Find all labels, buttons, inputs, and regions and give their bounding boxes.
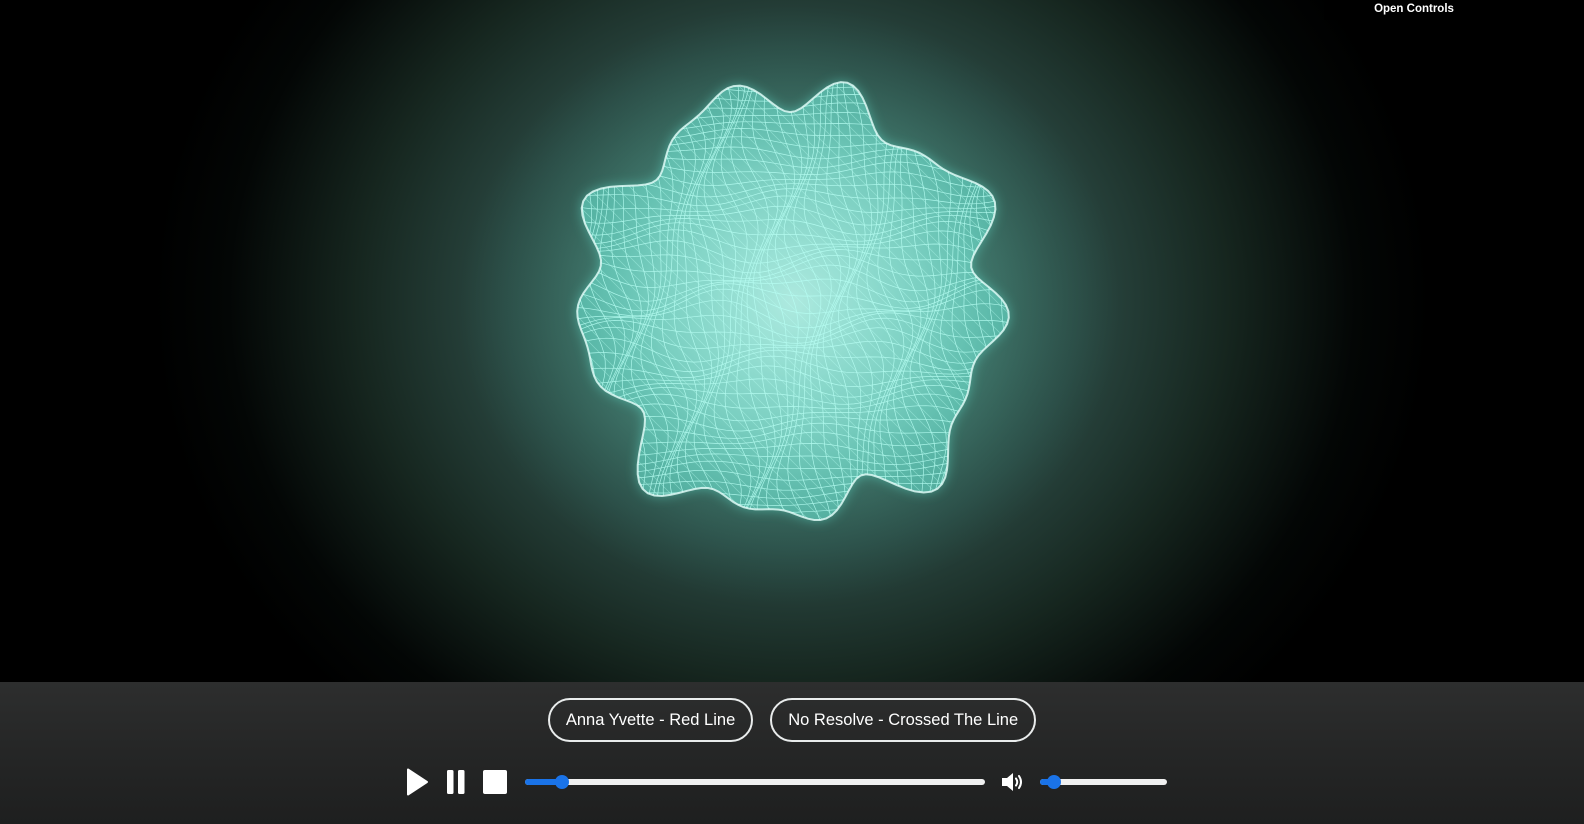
volume-button[interactable] (1000, 771, 1024, 793)
pause-button[interactable] (445, 769, 467, 795)
volume-icon (1002, 773, 1022, 791)
audio-controls (0, 768, 1584, 808)
play-button[interactable] (405, 768, 429, 796)
wireframe-orb (460, 5, 1120, 605)
volume-thumb[interactable] (1046, 775, 1061, 789)
player-panel: Anna Yvette - Red Line No Resolve - Cros… (0, 682, 1584, 824)
stop-icon (483, 770, 507, 794)
play-icon (407, 768, 428, 796)
progress-thumb[interactable] (554, 775, 569, 789)
track-list: Anna Yvette - Red Line No Resolve - Cros… (0, 698, 1584, 742)
track-button-red-line[interactable]: Anna Yvette - Red Line (547, 698, 754, 742)
volume-slider[interactable] (1040, 775, 1167, 789)
open-controls-button[interactable]: Open Controls (1324, 0, 1484, 20)
stop-button[interactable] (483, 770, 507, 794)
progress-slider[interactable] (525, 775, 985, 789)
track-button-crossed-the-line[interactable]: No Resolve - Crossed The Line (770, 698, 1037, 742)
pause-icon (447, 770, 465, 794)
visualizer-stage: Open Controls (0, 0, 1584, 682)
